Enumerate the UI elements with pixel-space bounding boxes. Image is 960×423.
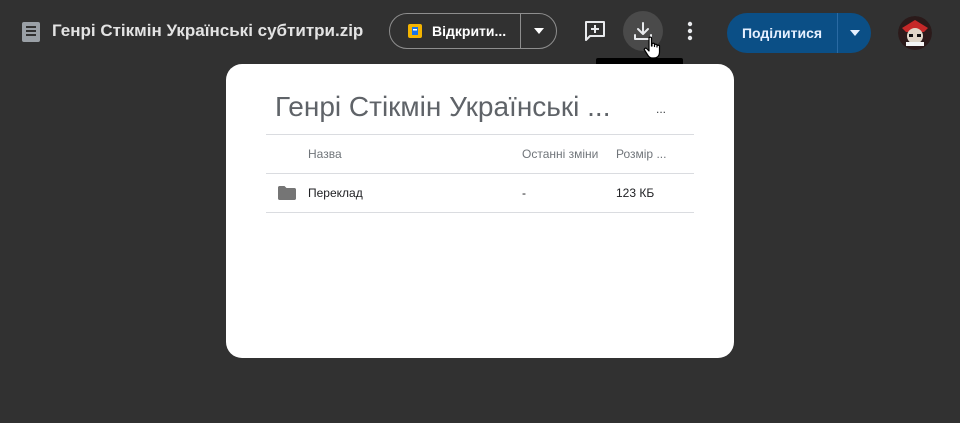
more-vert-icon (687, 21, 693, 41)
more-options-button[interactable] (670, 11, 710, 51)
archive-file-table: Назва Останні зміни Розмір ... Переклад … (266, 134, 694, 213)
row-modified: - (522, 186, 526, 200)
row-size: 123 КБ (616, 186, 655, 200)
open-with-button[interactable]: Відкрити... (390, 14, 520, 48)
add-comment-button[interactable] (575, 11, 615, 51)
column-header-size[interactable]: Розмір ... (616, 135, 666, 173)
avatar-image-icon (898, 16, 932, 50)
folder-icon (278, 174, 296, 212)
open-with-app-icon (408, 24, 422, 38)
chevron-down-icon (849, 30, 860, 36)
column-header-name[interactable]: Назва (308, 135, 342, 173)
column-header-modified[interactable]: Останні зміни (522, 135, 598, 173)
table-row[interactable]: Переклад - 123 КБ (266, 173, 694, 213)
share-dropdown[interactable] (838, 13, 871, 53)
open-with-button-group: Відкрити... (389, 13, 557, 49)
row-name: Переклад (308, 186, 363, 200)
archive-preview-card: Генрі Стікмін Українські ... ... Назва О… (226, 64, 734, 358)
zip-file-icon (22, 22, 40, 42)
open-with-label: Відкрити... (432, 23, 507, 39)
chevron-down-icon (533, 28, 544, 34)
top-bar: Генрі Стікмін Українські субтитри.zip Ві… (0, 0, 960, 64)
hand-cursor-icon (643, 36, 661, 59)
share-button-group: Поділитися (727, 13, 871, 53)
open-with-dropdown[interactable] (521, 14, 556, 48)
avatar[interactable] (898, 16, 932, 50)
share-label: Поділитися (741, 25, 823, 41)
share-button[interactable]: Поділитися (727, 13, 837, 53)
archive-title: Генрі Стікмін Українські ... (275, 91, 611, 122)
table-header-row: Назва Останні зміни Розмір ... (266, 134, 694, 173)
file-title: Генрі Стікмін Українські субтитри.zip (52, 21, 364, 40)
card-more-button[interactable]: ... (656, 102, 666, 116)
comment-add-icon (585, 21, 605, 41)
